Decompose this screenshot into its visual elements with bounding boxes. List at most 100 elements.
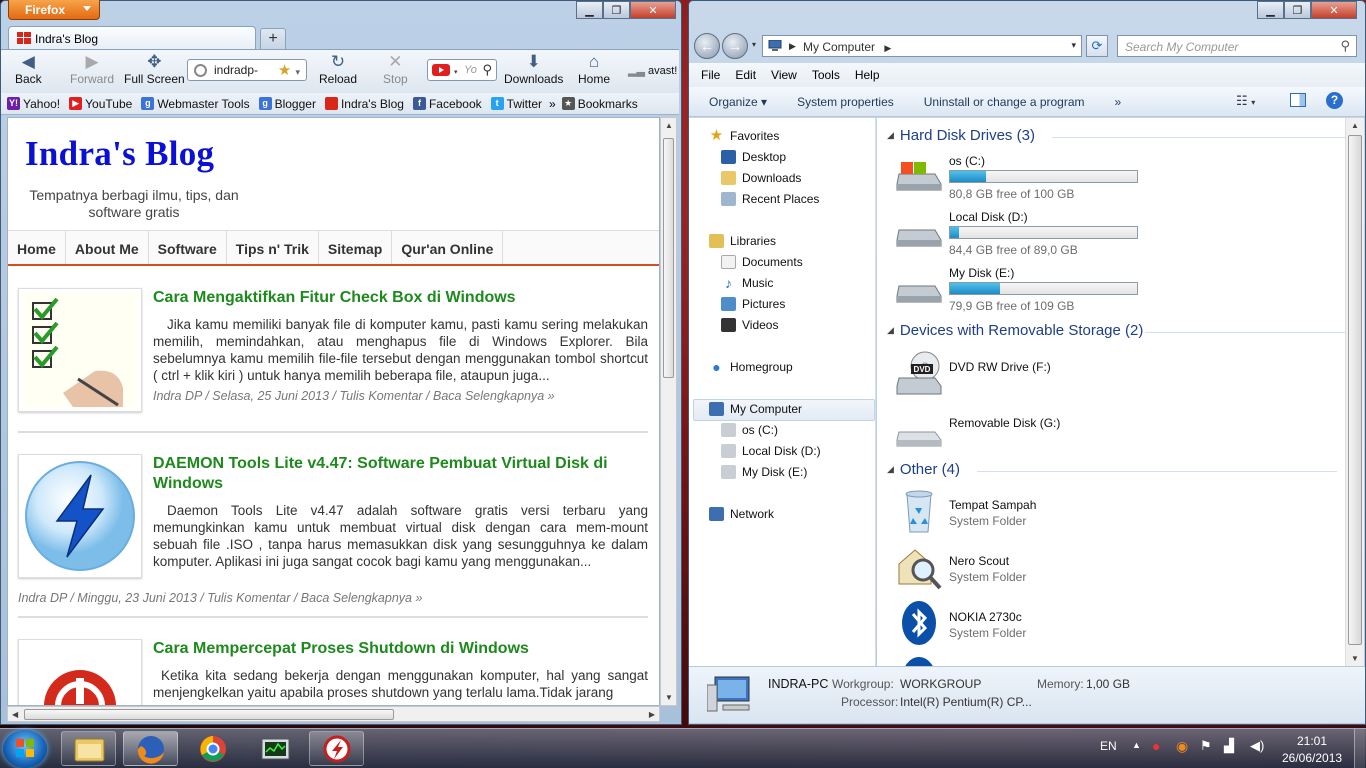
post-meta[interactable]: Indra DP / Minggu, 23 Juni 2013 / Tulis … (18, 591, 422, 605)
command-button[interactable]: Uninstall or change a program (924, 95, 1085, 109)
post-title-link[interactable]: Cara Mempercepat Proses Shutdown di Wind… (153, 639, 648, 659)
refresh-button[interactable]: ⟳ (1086, 35, 1108, 57)
minimize-button[interactable]: ▁ (576, 1, 603, 19)
nav-recent-places[interactable]: Recent Places (721, 192, 819, 206)
clock-date[interactable]: 26/06/2013 (1282, 751, 1342, 765)
search-icon[interactable]: ⚲ (482, 62, 492, 78)
home-button[interactable]: ⌂ Home (578, 52, 610, 86)
taskbar-daemon-app[interactable] (309, 731, 364, 766)
language-indicator[interactable]: EN (1100, 739, 1117, 753)
bookmark-item[interactable]: Y! Yahoo! (7, 97, 60, 111)
menu-item[interactable]: File (701, 68, 720, 82)
nav-my-computer[interactable]: My Computer (709, 402, 802, 416)
blog-menu-item[interactable]: Qur'an Online (392, 231, 504, 264)
blog-menu-item[interactable]: Tips n' Trik (227, 231, 319, 264)
show-desktop-button[interactable] (1354, 729, 1365, 768)
scroll-down-icon[interactable]: ▼ (1351, 654, 1359, 663)
start-button[interactable] (3, 730, 47, 768)
post-thumbnail[interactable] (18, 639, 142, 705)
avast-button[interactable]: ▂▃ avast! (628, 64, 677, 77)
recent-pages-dropdown-icon[interactable]: ▾ (752, 40, 756, 49)
breadcrumb[interactable]: My Computer (803, 40, 875, 54)
bookmark-item[interactable]: g Webmaster Tools (141, 97, 250, 111)
bookmark-star-icon[interactable]: ★ ▾ (278, 61, 300, 79)
recycle-bin-item[interactable]: Tempat Sampah System Folder (895, 488, 1335, 540)
explorer-search-input[interactable]: Search My Computer ⚲ (1117, 35, 1357, 57)
nav-drive-c[interactable]: os (C:) (721, 423, 778, 437)
post-thumbnail[interactable] (18, 454, 142, 578)
blog-menu-item[interactable]: Sitemap (319, 231, 393, 264)
page-horizontal-scrollbar[interactable]: ◀ ▶ (7, 706, 660, 722)
nav-desktop[interactable]: Desktop (721, 150, 786, 164)
nav-music[interactable]: ♪ Music (721, 276, 773, 290)
command-button[interactable]: System properties (797, 95, 894, 109)
post-meta[interactable]: Indra DP / Selasa, 25 Juni 2013 / Tulis … (153, 389, 555, 403)
group-header-removable[interactable]: ◢ Devices with Removable Storage (2) (887, 322, 1345, 339)
update-tray-icon[interactable]: ◉ (1176, 738, 1188, 755)
menu-item[interactable]: Help (855, 68, 880, 82)
bluetooth-device-item[interactable] (895, 656, 1335, 666)
clock-time[interactable]: 21:01 (1297, 734, 1327, 748)
blog-menu-item[interactable]: About Me (66, 231, 149, 264)
breadcrumb-chevron-icon[interactable]: ▶ (789, 41, 796, 52)
page-vertical-scrollbar[interactable]: ▲ ▼ (660, 117, 677, 706)
menu-item[interactable]: View (771, 68, 797, 82)
minimize-button[interactable]: ▁ (1257, 1, 1284, 19)
address-bar[interactable]: ▶ My Computer ▶ ▾ (762, 35, 1082, 57)
nav-libraries[interactable]: Libraries (709, 234, 776, 248)
scroll-left-icon[interactable]: ◀ (12, 710, 18, 719)
removable-disk-item[interactable]: Removable Disk (G:) (895, 406, 1335, 458)
tray-expand-icon[interactable]: ▲ (1132, 740, 1141, 750)
bookmarks-menu-button[interactable]: ★ Bookmarks (561, 97, 638, 111)
content-vertical-scrollbar[interactable]: ▲ ▼ (1345, 118, 1364, 666)
nokia-device-item[interactable]: NOKIA 2730c System Folder (895, 600, 1335, 652)
close-button[interactable]: ✕ (630, 1, 676, 19)
nav-favorites[interactable]: ★ Favorites (709, 128, 780, 143)
taskbar-chrome[interactable] (185, 731, 240, 766)
nav-network[interactable]: Network (709, 507, 774, 521)
drive-item-c[interactable]: os (C:) 80,8 GB free of 100 GB (895, 154, 1335, 206)
scrollbar-thumb[interactable] (1348, 135, 1362, 645)
scroll-up-icon[interactable]: ▲ (1351, 121, 1359, 130)
nav-documents[interactable]: Documents (721, 255, 803, 269)
group-header-other[interactable]: ◢ Other (4) (887, 461, 1337, 478)
taskbar-explorer[interactable] (61, 731, 116, 766)
drive-item-e[interactable]: My Disk (E:) 79,9 GB free of 109 GB (895, 266, 1335, 318)
explorer-back-button[interactable]: ← (694, 33, 720, 59)
bookmark-item[interactable]: t Twitter (490, 97, 542, 111)
volume-icon[interactable]: ◀) (1250, 738, 1264, 754)
blog-title[interactable]: Indra's Blog (25, 134, 214, 174)
blog-menu-item[interactable]: Home (8, 231, 66, 264)
tab-indras-blog[interactable]: Indra's Blog (8, 26, 256, 50)
command-button[interactable]: » (1115, 95, 1122, 109)
new-tab-button[interactable]: + (260, 28, 286, 50)
maximize-button[interactable]: ❐ (1284, 1, 1311, 19)
close-button[interactable]: ✕ (1311, 1, 1357, 19)
nav-homegroup[interactable]: ● Homegroup (709, 360, 792, 374)
bookmarks-overflow-button[interactable]: » (549, 97, 556, 111)
nav-drive-d[interactable]: Local Disk (D:) (721, 444, 821, 458)
scrollbar-thumb[interactable] (663, 138, 674, 378)
url-bar[interactable]: indradp- ★ ▾ (187, 59, 307, 81)
youtube-search-engine-icon[interactable] (432, 64, 450, 76)
nav-videos[interactable]: Videos (721, 318, 778, 332)
taskbar-task-manager[interactable] (247, 731, 302, 766)
nav-downloads[interactable]: Downloads (721, 171, 801, 185)
scrollbar-thumb[interactable] (24, 709, 394, 720)
preview-pane-icon[interactable] (1290, 93, 1306, 107)
bookmark-item[interactable]: Indra's Blog (324, 97, 404, 111)
blog-menu-item[interactable]: Software (149, 231, 227, 264)
search-box[interactable]: ▾ Yo ⚲ (427, 59, 497, 81)
explorer-forward-button[interactable]: → (722, 33, 748, 59)
network-tray-icon[interactable]: ▟ (1224, 738, 1234, 754)
bookmark-item[interactable]: ▶ YouTube (69, 97, 132, 111)
avast-tray-icon[interactable]: ● (1152, 738, 1160, 754)
scroll-right-icon[interactable]: ▶ (649, 710, 655, 719)
post-title-link[interactable]: DAEMON Tools Lite v4.47: Software Pembua… (153, 454, 648, 494)
nero-scout-item[interactable]: Nero Scout System Folder (895, 544, 1335, 596)
group-header-hard-disk[interactable]: ◢ Hard Disk Drives (3) (887, 127, 1345, 144)
command-button[interactable]: Organize ▾ (709, 95, 767, 109)
help-icon[interactable]: ? (1326, 92, 1343, 109)
menu-item[interactable]: Edit (735, 68, 756, 82)
address-dropdown-icon[interactable]: ▾ (1071, 40, 1076, 51)
